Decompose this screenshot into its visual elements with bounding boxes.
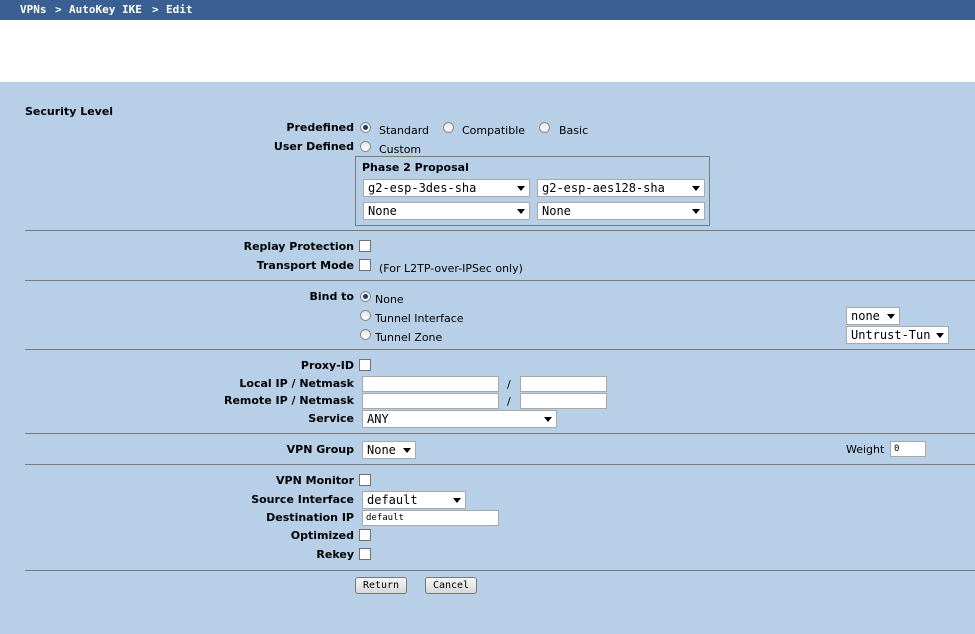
radio-tunnel-interface-label: Tunnel Interface: [375, 312, 464, 325]
breadcrumb-vpns[interactable]: VPNs: [20, 0, 47, 19]
user-defined-label: User Defined: [273, 140, 354, 153]
rekey-checkbox[interactable]: [359, 548, 371, 560]
tunnel-interface-select[interactable]: none: [846, 307, 900, 325]
radio-custom-label: Custom: [379, 143, 422, 156]
radio-standard[interactable]: [360, 122, 371, 133]
chevron-down-icon: [453, 498, 461, 503]
proxy-id-checkbox[interactable]: [359, 359, 371, 371]
weight-input[interactable]: 0: [890, 441, 926, 457]
service-label: Service: [308, 412, 354, 425]
breadcrumb-separator: >: [152, 3, 159, 16]
radio-compatible[interactable]: [443, 122, 454, 133]
vpn-group-label: VPN Group: [286, 443, 354, 456]
chevron-down-icon: [887, 314, 895, 319]
proposal-select-4[interactable]: None: [537, 202, 705, 220]
radio-custom[interactable]: [360, 141, 371, 152]
optimized-checkbox[interactable]: [359, 529, 371, 541]
breadcrumb-edit: Edit: [166, 3, 193, 16]
predefined-label: Predefined: [286, 121, 354, 134]
divider: [25, 349, 975, 350]
radio-standard-label: Standard: [379, 124, 430, 137]
source-interface-value: default: [367, 493, 418, 507]
proposal-select-3-value: None: [368, 204, 397, 218]
optimized-label: Optimized: [290, 529, 354, 542]
local-netmask-input[interactable]: [520, 376, 607, 392]
replay-protection-label: Replay Protection: [243, 240, 354, 253]
radio-bind-none-label: None: [375, 293, 404, 306]
radio-tunnel-zone[interactable]: [360, 329, 371, 340]
proposal-select-1-value: g2-esp-3des-sha: [368, 181, 477, 195]
radio-tunnel-zone-label: Tunnel Zone: [375, 331, 443, 344]
radio-compatible-label: Compatible: [462, 124, 526, 137]
transport-mode-checkbox[interactable]: [359, 259, 371, 271]
source-interface-label: Source Interface: [251, 493, 354, 506]
breadcrumb-separator: >: [55, 3, 62, 16]
proposal-select-2-value: g2-esp-aes128-sha: [542, 181, 665, 195]
radio-basic-label: Basic: [559, 124, 589, 137]
rekey-label: Rekey: [316, 548, 354, 561]
transport-mode-note: (For L2TP-over-IPSec only): [379, 262, 523, 275]
radio-bind-none[interactable]: [360, 291, 371, 302]
cancel-button[interactable]: Cancel: [425, 577, 477, 594]
tunnel-zone-select[interactable]: Untrust-Tun: [846, 326, 949, 344]
header-area: [0, 20, 975, 82]
tunnel-zone-value: Untrust-Tun: [851, 328, 931, 342]
proxy-id-label: Proxy-ID: [300, 359, 354, 372]
vpn-monitor-checkbox[interactable]: [359, 474, 371, 486]
transport-mode-label: Transport Mode: [256, 259, 354, 272]
local-slash: /: [507, 378, 511, 391]
remote-ip-label: Remote IP / Netmask: [223, 394, 354, 407]
chevron-down-icon: [517, 186, 525, 191]
proposal-select-4-value: None: [542, 204, 571, 218]
destination-ip-input[interactable]: default: [362, 510, 499, 526]
source-interface-select[interactable]: default: [362, 491, 466, 509]
service-value: ANY: [367, 412, 389, 426]
breadcrumb-autokey-ike[interactable]: AutoKey IKE: [69, 0, 142, 19]
bind-to-label: Bind to: [309, 290, 354, 303]
weight-label: Weight: [846, 443, 885, 456]
return-button[interactable]: Return: [355, 577, 407, 594]
remote-slash: /: [507, 395, 511, 408]
chevron-down-icon: [936, 333, 944, 338]
proposal-select-3[interactable]: None: [363, 202, 530, 220]
vpn-monitor-label: VPN Monitor: [276, 474, 354, 487]
destination-ip-label: Destination IP: [266, 511, 354, 524]
radio-basic[interactable]: [539, 122, 550, 133]
remote-ip-input[interactable]: [362, 393, 499, 409]
divider: [25, 464, 975, 465]
chevron-down-icon: [403, 448, 411, 453]
divider: [25, 570, 975, 571]
vpn-group-value: None: [367, 443, 396, 457]
divider: [25, 433, 975, 434]
chevron-down-icon: [544, 417, 552, 422]
proposal-select-1[interactable]: g2-esp-3des-sha: [363, 179, 530, 197]
chevron-down-icon: [517, 209, 525, 214]
local-ip-input[interactable]: [362, 376, 499, 392]
replay-protection-checkbox[interactable]: [359, 240, 371, 252]
proposal-select-2[interactable]: g2-esp-aes128-sha: [537, 179, 705, 197]
radio-tunnel-interface[interactable]: [360, 310, 371, 321]
tunnel-interface-value: none: [851, 309, 880, 323]
breadcrumb: VPNs > AutoKey IKE > Edit: [0, 0, 975, 20]
remote-netmask-input[interactable]: [520, 393, 607, 409]
divider: [25, 230, 975, 231]
chevron-down-icon: [692, 209, 700, 214]
section-title-security-level: Security Level: [25, 105, 114, 118]
chevron-down-icon: [692, 186, 700, 191]
vpn-group-select[interactable]: None: [362, 441, 416, 459]
service-select[interactable]: ANY: [362, 410, 557, 428]
phase2-proposal-title: Phase 2 Proposal: [362, 161, 469, 174]
divider: [25, 280, 975, 281]
local-ip-label: Local IP / Netmask: [239, 377, 354, 390]
